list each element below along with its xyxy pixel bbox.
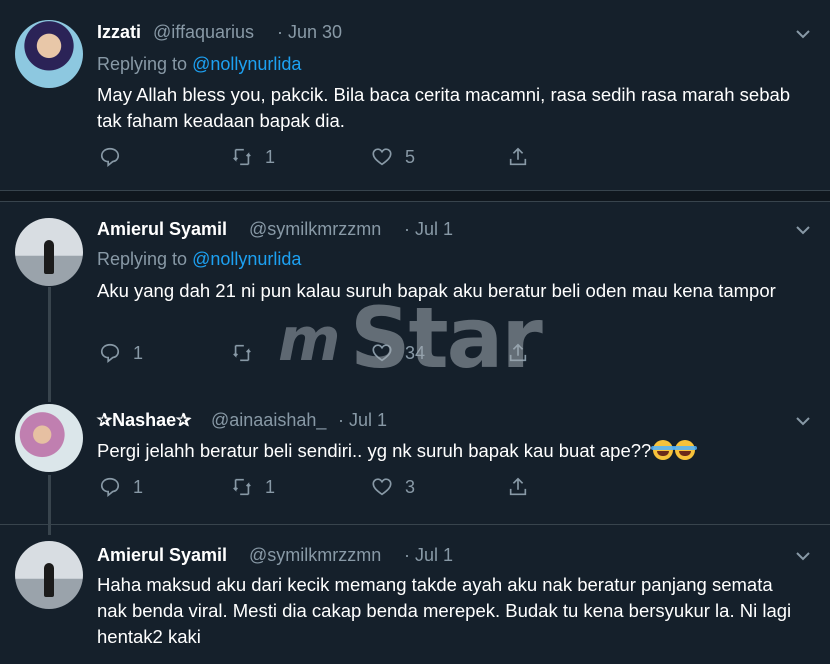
tweet-actions: 1 5 [97,146,537,172]
tweet-date[interactable]: · Jul 1 [404,545,453,566]
tweet-4[interactable]: Amierul Syamil @symilkmrzzmn · Jul 1 Hah… [0,525,830,664]
reply-button[interactable]: 1 [99,476,143,498]
tweet-text: Aku yang dah 21 ni pun kalau suruh bapak… [97,280,776,301]
avatar[interactable] [15,218,83,286]
reply-icon [100,477,120,497]
tears-of-joy-emoji-icon [651,440,676,460]
reply-button[interactable] [99,146,133,168]
user-handle[interactable]: @ainaaishah_ [211,410,326,431]
like-button[interactable]: 3 [371,476,415,498]
heart-icon [372,478,392,496]
user-handle[interactable]: @symilkmrzzmn [249,219,381,240]
share-icon [509,147,527,166]
tweet-date[interactable]: · Jun 30 [277,22,342,43]
like-count: 3 [405,476,416,497]
like-count: 34 [405,342,426,363]
user-name[interactable]: Izzati [97,22,141,43]
retweet-count: 1 [265,476,276,497]
share-button[interactable] [507,342,529,364]
avatar[interactable] [15,541,83,609]
tweet-1[interactable]: Izzati @iffaquarius · Jun 30 Replying to… [0,0,830,190]
reply-icon [100,147,120,167]
replying-to-label: Replying to [97,249,193,269]
tweet-3[interactable]: ✰Nashae✰ @ainaaishah_ · Jul 1 Pergi jela… [0,392,830,522]
reply-button[interactable]: 1 [99,342,143,364]
tweet-text: Pergi jelahh beratur beli sendiri.. yg n… [97,438,807,464]
replying-to: Replying to @nollynurlida [97,54,301,75]
user-name[interactable]: Amierul Syamil [97,219,227,240]
replying-to: Replying to @nollynurlida [97,249,301,270]
user-name[interactable]: Amierul Syamil [97,545,227,566]
reply-icon [100,343,120,363]
avatar[interactable] [15,404,83,472]
retweet-count: 1 [265,146,276,167]
like-button[interactable]: 5 [371,146,415,168]
retweet-button[interactable]: 1 [231,146,275,168]
user-name[interactable]: ✰Nashae✰ [97,410,191,431]
retweet-button[interactable] [231,342,265,364]
tweet-actions: 1 1 3 [97,476,537,502]
tweet-actions: 1 34 [97,342,537,368]
tweet-text: May Allah bless you, pakcik. Bila baca c… [97,84,791,131]
chevron-down-icon[interactable] [794,412,812,430]
share-icon [509,343,527,362]
tweet-2[interactable]: Amierul Syamil @symilkmrzzmn · Jul 1 Rep… [0,202,830,392]
share-button[interactable] [507,146,529,168]
share-button[interactable] [507,476,529,498]
user-handle[interactable]: @symilkmrzzmn [249,545,381,566]
tweet-date[interactable]: · Jul 1 [338,410,387,431]
reply-count: 1 [133,476,144,497]
retweet-icon [233,344,251,362]
retweet-button[interactable]: 1 [231,476,275,498]
user-handle[interactable]: @iffaquarius [153,22,254,43]
mention-link[interactable]: @nollynurlida [192,249,301,269]
heart-icon [372,148,392,166]
retweet-icon [233,478,251,496]
mention-link[interactable]: @nollynurlida [192,54,301,74]
heart-icon [372,344,392,362]
share-icon [509,477,527,496]
chevron-down-icon[interactable] [794,221,812,239]
section-gap [0,191,830,201]
like-button[interactable]: 34 [371,342,425,364]
retweet-icon [233,148,251,166]
like-count: 5 [405,146,416,167]
tweet-date[interactable]: · Jul 1 [404,219,453,240]
avatar[interactable] [15,20,83,88]
tweet-text: Haha maksud aku dari kecik memang takde … [97,574,792,647]
tears-of-joy-emoji-icon [673,440,698,460]
chevron-down-icon[interactable] [794,547,812,565]
chevron-down-icon[interactable] [794,25,812,43]
reply-count: 1 [133,342,144,363]
replying-to-label: Replying to [97,54,193,74]
tweet-text-content: Pergi jelahh beratur beli sendiri.. yg n… [97,440,652,461]
